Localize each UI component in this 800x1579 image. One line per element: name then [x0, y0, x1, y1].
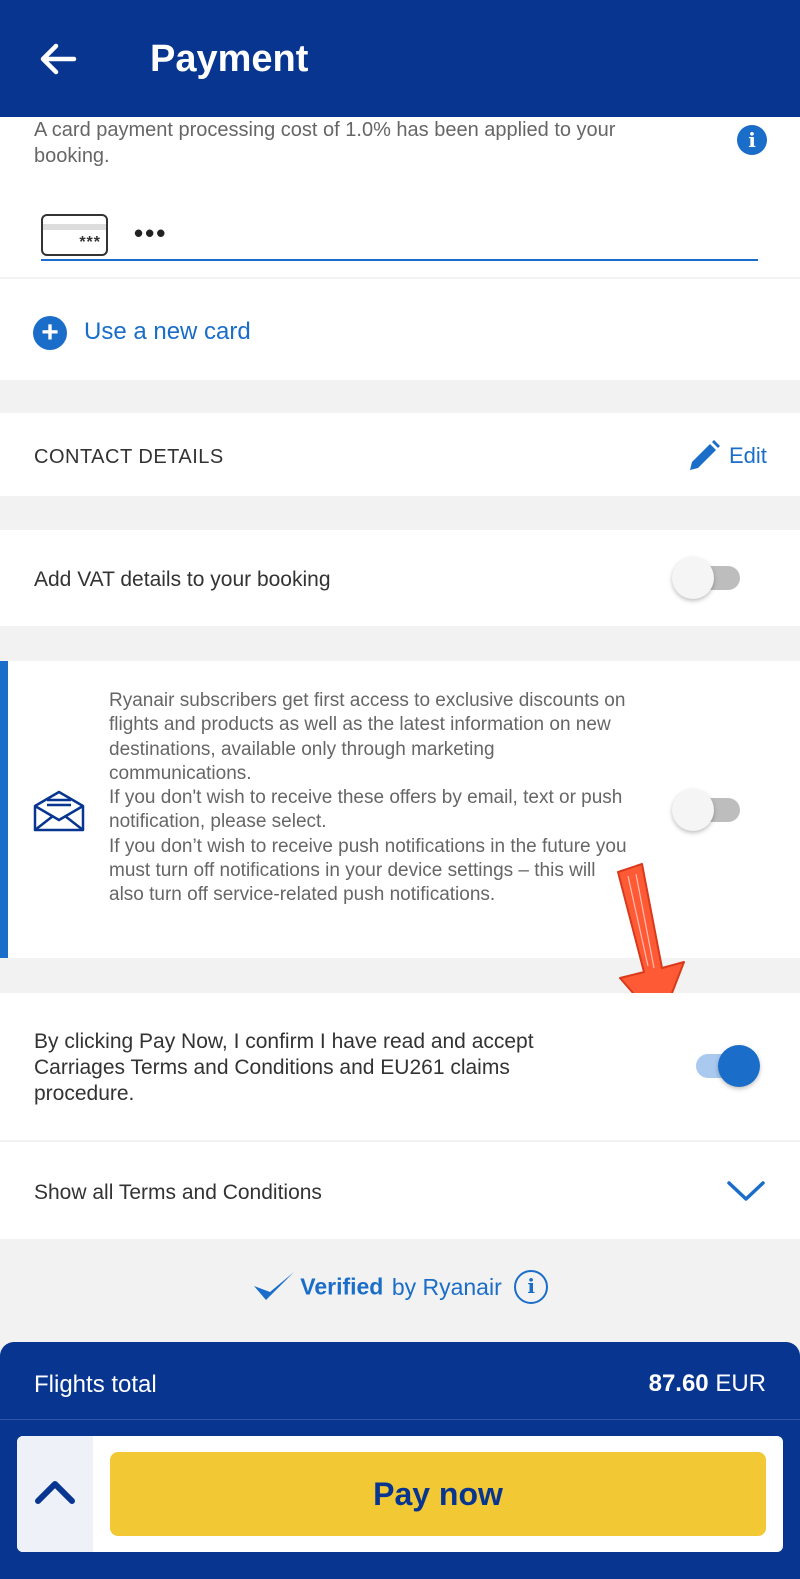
chevron-down-icon[interactable] — [726, 1177, 766, 1205]
flights-total-value: 87.60 — [648, 1370, 709, 1397]
verified-by-ryanair: Verified by Ryanair i — [0, 1270, 800, 1314]
vat-label: Add VAT details to your booking — [34, 568, 331, 591]
envelope-icon — [33, 790, 85, 832]
card-icon: *** — [41, 214, 108, 256]
use-new-card-link[interactable]: Use a new card — [84, 318, 251, 346]
contact-details-label: CONTACT DETAILS — [34, 446, 224, 468]
app-header: Payment — [0, 0, 800, 117]
back-arrow-icon[interactable] — [34, 35, 82, 83]
card-field-underline — [41, 259, 758, 261]
flights-total-label: Flights total — [34, 1371, 157, 1398]
pay-panel: Pay now — [17, 1436, 783, 1552]
pencil-icon[interactable] — [686, 438, 722, 474]
marketing-toggle[interactable] — [672, 789, 742, 831]
verified-info-icon[interactable]: i — [514, 1270, 549, 1304]
show-all-terms-label[interactable]: Show all Terms and Conditions — [34, 1181, 322, 1205]
footer-divider — [0, 1419, 800, 1420]
fee-notice: A card payment processing cost of 1.0% h… — [34, 119, 616, 167]
verified-check-icon — [252, 1270, 296, 1304]
chevron-up-icon — [35, 1481, 75, 1504]
verified-by-label: by Ryanair — [391, 1273, 502, 1300]
payment-footer: Flights total 87.60 EUR Pay now — [0, 1342, 800, 1579]
verified-label: Verified — [300, 1273, 384, 1300]
saved-card-field[interactable]: ••• — [134, 218, 167, 249]
card-icon-stars: *** — [79, 234, 101, 251]
flights-total-amount: 87.60 EUR — [649, 1370, 766, 1398]
terms-consent-text: By clicking Pay Now, I confirm I have re… — [34, 1030, 534, 1105]
terms-consent-toggle[interactable] — [690, 1045, 760, 1087]
plus-icon[interactable]: + — [33, 316, 67, 350]
expand-summary-button[interactable] — [17, 1436, 93, 1552]
flights-total-currency: EUR — [715, 1370, 766, 1397]
page-title: Payment — [150, 38, 309, 80]
info-icon[interactable]: i — [737, 125, 767, 155]
pay-now-button[interactable]: Pay now — [110, 1452, 766, 1536]
card-section: A card payment processing cost of 1.0% h… — [0, 117, 800, 277]
marketing-text: Ryanair subscribers get first access to … — [109, 690, 627, 906]
edit-contact-button[interactable]: Edit — [729, 443, 767, 469]
marketing-accent-bar — [0, 661, 8, 958]
vat-toggle[interactable] — [672, 557, 742, 599]
